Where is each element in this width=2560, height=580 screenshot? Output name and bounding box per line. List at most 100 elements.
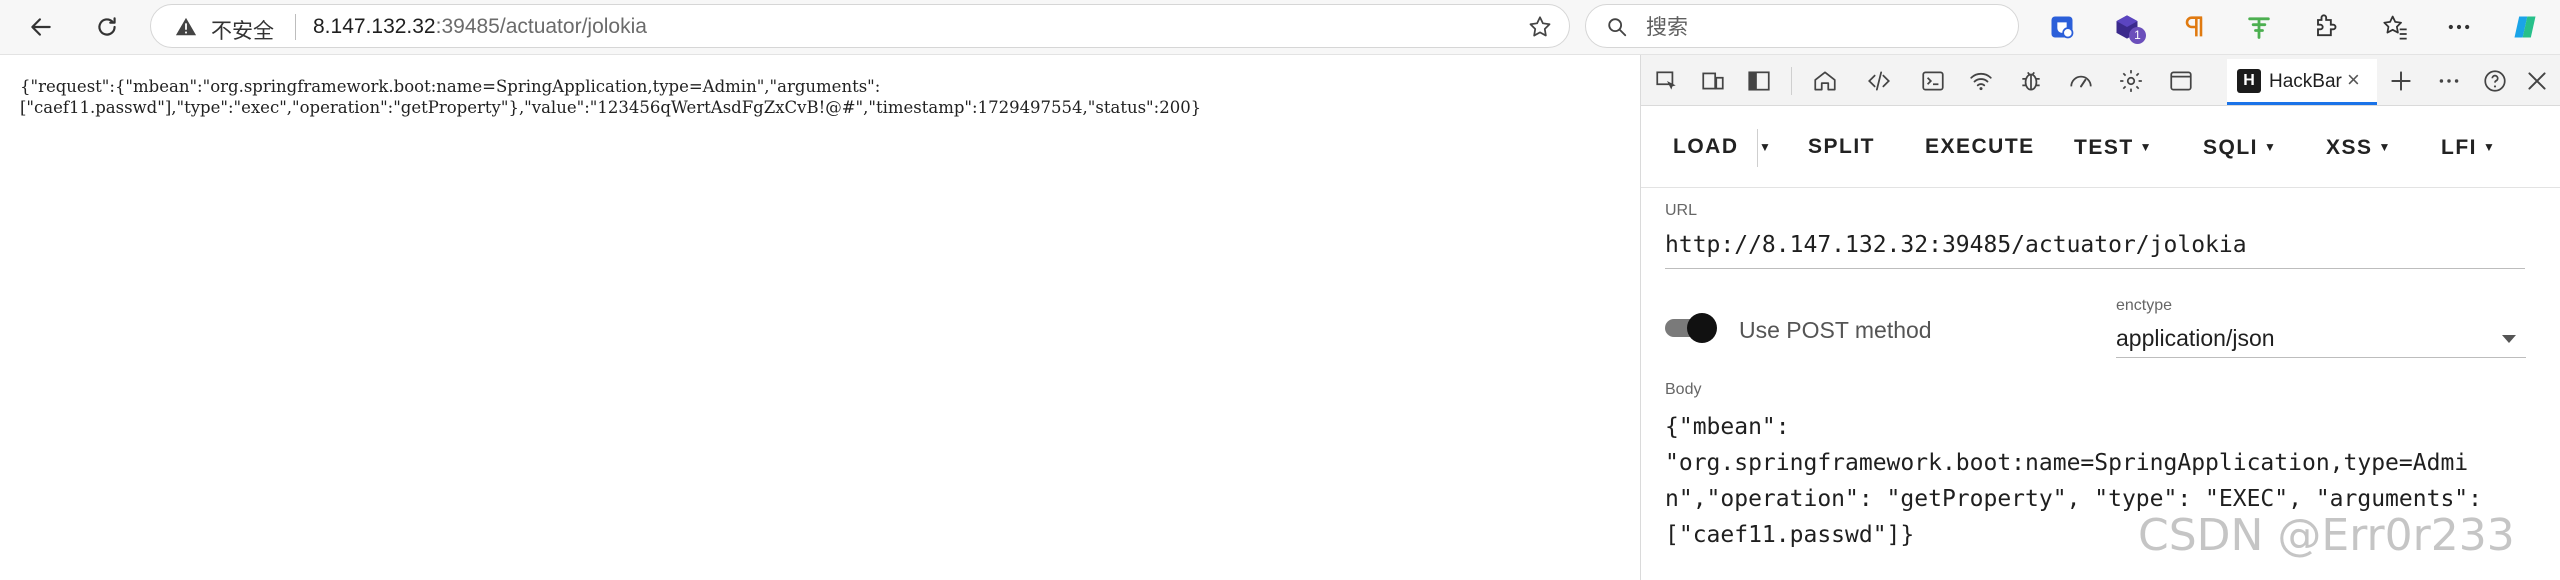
lfi-menu-label: LFI	[2441, 136, 2477, 159]
close-icon	[2528, 72, 2546, 90]
search-box[interactable]	[1585, 4, 2019, 48]
window-icon	[2170, 71, 2192, 91]
url-host: 8.147.132.32	[313, 15, 436, 38]
gauge-icon	[2070, 75, 2092, 88]
close-tab-icon[interactable]: ×	[2347, 67, 2360, 93]
split-button[interactable]: SPLIT	[1808, 107, 1875, 187]
tab-application[interactable]	[2165, 65, 2197, 97]
security-status[interactable]: 不安全	[211, 15, 274, 45]
add-tab-button[interactable]	[2385, 65, 2417, 97]
devtools-tabbar: H HackBar ×	[1641, 55, 2560, 106]
sqli-menu-label: SQLI	[2203, 136, 2259, 159]
tab-hackbar-label: HackBar	[2269, 71, 2342, 92]
lfi-menu-button[interactable]: LFI ▼	[2441, 107, 2496, 187]
json-response-line-1: {"request":{"mbean":"org.springframework…	[20, 77, 881, 96]
home-icon	[1814, 71, 1836, 91]
dock-side-button[interactable]	[1743, 65, 1775, 97]
wifi-icon	[1970, 72, 1992, 91]
shield-extension-icon	[2051, 16, 2074, 39]
pilcrow-icon	[2185, 16, 2203, 37]
body-label: Body	[1665, 381, 1702, 398]
address-bar[interactable]: 不安全 8.147.132.32:39485/actuator/jolokia	[150, 4, 1570, 48]
star-icon[interactable]	[1527, 14, 1553, 40]
caret-down-icon: ▼	[2264, 140, 2278, 154]
more-horizontal-icon	[2439, 79, 2459, 83]
enctype-label: enctype	[2116, 297, 2173, 314]
post-method-toggle[interactable]	[1665, 313, 1721, 343]
hackbar-menu: LOAD ▼ SPLIT EXECUTE TEST ▼ SQLI ▼ XSS ▼ LF…	[1641, 107, 2560, 188]
arrow-left-icon	[31, 18, 51, 36]
gear-icon	[2120, 70, 2142, 92]
url-path: :39485/actuator/jolokia	[435, 15, 647, 38]
tab-network[interactable]	[1965, 65, 1997, 97]
post-method-label: Use POST method	[1739, 317, 1932, 343]
tab-elements[interactable]	[1863, 65, 1895, 97]
load-button[interactable]: LOAD	[1673, 107, 1739, 187]
caret-down-icon: ▼	[2139, 140, 2154, 154]
tree-extension-icon	[2248, 17, 2270, 39]
url-label: URL	[1665, 202, 1698, 219]
copilot-icon	[2514, 16, 2536, 38]
browser-toolbar: 不安全 8.147.132.32:39485/actuator/jolokia …	[0, 0, 2560, 55]
device-emulation-button[interactable]	[1697, 65, 1729, 97]
dropdown-arrow-icon	[2502, 335, 2516, 343]
extension-tree[interactable]	[2240, 8, 2278, 46]
json-response-line-2: ["caef11.passwd"],"type":"exec","operati…	[20, 98, 1202, 117]
json-response: {"request":{"mbean":"org.springframework…	[20, 76, 1620, 118]
plus-icon	[2391, 71, 2411, 91]
more-options-button[interactable]	[2440, 8, 2478, 46]
enctype-select[interactable]: application/json	[2116, 319, 2526, 358]
bug-icon	[2022, 71, 2040, 91]
page-content: {"request":{"mbean":"org.springframework…	[0, 55, 1638, 580]
device-icon	[1702, 72, 1724, 90]
extension-pilcrow[interactable]	[2175, 8, 2213, 46]
extension-cube[interactable]: 1	[2108, 8, 2146, 46]
warning-icon[interactable]	[175, 16, 197, 38]
load-divider	[1757, 129, 1758, 167]
extension-shield[interactable]	[2043, 8, 2081, 46]
devtools-close-button[interactable]	[2521, 65, 2553, 97]
url-field[interactable]: http://8.147.132.32:39485/actuator/jolok…	[1665, 228, 2525, 269]
devtools-panel: H HackBar × LOAD ▼ SPLIT EXECUTE TEST ▼ S…	[1640, 55, 2560, 580]
tab-console[interactable]	[1917, 65, 1949, 97]
copilot-button[interactable]	[2506, 8, 2544, 46]
search-input[interactable]	[1644, 13, 1988, 41]
execute-button[interactable]: EXECUTE	[1925, 107, 2035, 187]
tab-welcome[interactable]	[1809, 65, 1841, 97]
extensions-button[interactable]	[2306, 8, 2344, 46]
xss-menu-button[interactable]: XSS ▼	[2326, 107, 2392, 187]
favorites-button[interactable]	[2376, 8, 2414, 46]
tab-divider	[1791, 67, 1792, 95]
load-dropdown-icon[interactable]: ▼	[1759, 107, 1771, 187]
sqli-menu-button[interactable]: SQLI ▼	[2203, 107, 2277, 187]
tab-settings[interactable]	[2115, 65, 2147, 97]
back-button[interactable]	[22, 8, 60, 46]
caret-down-icon: ▼	[2378, 140, 2392, 154]
caret-down-icon: ▼	[2483, 140, 2497, 154]
xss-menu-label: XSS	[2326, 136, 2373, 159]
code-icon	[1868, 71, 1890, 91]
test-menu-label: TEST	[2074, 136, 2134, 159]
devtools-more-button[interactable]	[2433, 65, 2465, 97]
reload-button[interactable]	[88, 8, 126, 46]
tab-performance[interactable]	[2065, 65, 2097, 97]
inspect-button[interactable]	[1651, 65, 1683, 97]
test-menu-button[interactable]: TEST ▼	[2074, 107, 2153, 187]
tab-hackbar[interactable]: H HackBar ×	[2227, 59, 2377, 105]
refresh-icon	[98, 17, 116, 36]
toggle-knob	[1687, 313, 1717, 343]
tab-sources[interactable]	[2015, 65, 2047, 97]
help-icon	[2484, 70, 2506, 92]
address-url[interactable]: 8.147.132.32:39485/actuator/jolokia	[313, 15, 647, 39]
devtools-help-button[interactable]	[2479, 65, 2511, 97]
address-divider	[295, 14, 296, 40]
console-icon	[1922, 71, 1944, 91]
watermark: CSDN @Err0r233	[2138, 510, 2515, 561]
enctype-value: application/json	[2116, 325, 2275, 351]
inspect-icon	[1656, 71, 1676, 90]
favorites-icon	[2383, 15, 2407, 40]
hackbar-logo-icon: H	[2237, 69, 2261, 93]
extension-badge: 1	[2129, 27, 2146, 44]
more-horizontal-icon	[2448, 24, 2470, 30]
dock-side-icon	[1748, 71, 1770, 91]
